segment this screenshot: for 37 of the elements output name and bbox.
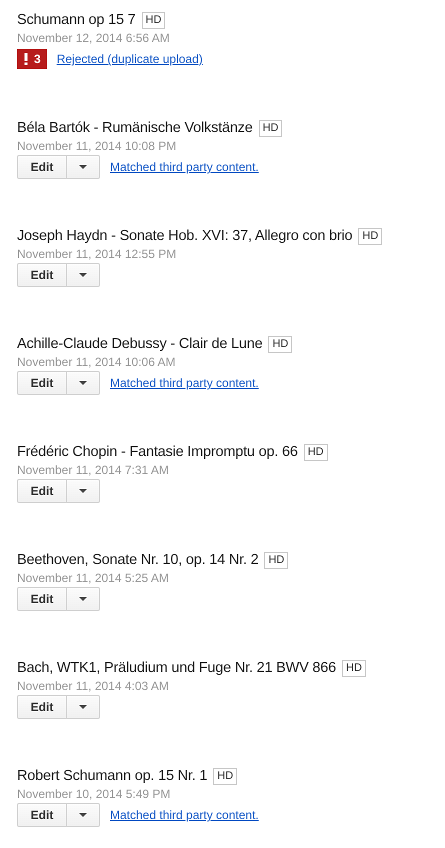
hd-badge: HD	[268, 336, 292, 352]
video-title: Bach, WTK1, Präludium und Fuge Nr. 21 BWV 866	[17, 660, 336, 676]
caret-icon	[79, 273, 87, 277]
hd-badge: HD	[213, 768, 238, 784]
upload-date: November 10, 2014 5:49 PM	[17, 786, 172, 803]
caret-icon	[79, 813, 87, 817]
upload-date: November 11, 2014 12:55 PM	[17, 246, 178, 263]
upload-date: November 11, 2014 5:25 AM	[17, 570, 170, 587]
video-title: Robert Schumann op. 15 Nr. 1	[17, 768, 208, 784]
video-title: Béla Bartók - Rumänische Volkstänze	[17, 120, 253, 136]
video-title: Beethoven, Sonate Nr. 10, op. 14 Nr. 2	[17, 552, 258, 568]
hd-badge: HD	[342, 660, 366, 676]
hd-badge: HD	[358, 228, 382, 244]
video-title: Frédéric Chopin - Fantasie Impromptu op. 66	[17, 444, 298, 460]
exclamation-icon	[24, 53, 28, 65]
alert-count: 3	[34, 52, 41, 66]
upload-date: November 11, 2014 10:08 PM	[17, 138, 178, 155]
caret-icon	[79, 489, 87, 493]
hd-badge: HD	[142, 12, 166, 28]
video-title: Schumann op 15 7	[17, 12, 136, 28]
video-title: Achille-Claude Debussy - Clair de Lune	[17, 336, 262, 352]
upload-date: November 11, 2014 10:06 AM	[17, 354, 177, 371]
status-link[interactable]: Rejected (duplicate upload)	[56, 52, 203, 66]
status-link[interactable]: Matched third party content.	[110, 808, 259, 822]
upload-date: November 12, 2014 6:56 AM	[17, 30, 171, 47]
hd-badge: HD	[304, 444, 328, 460]
caret-icon	[79, 597, 87, 601]
video-title: Joseph Haydn - Sonate Hob. XVI: 37, Allegro con brio	[17, 228, 352, 244]
caret-icon	[79, 381, 87, 385]
caret-icon	[79, 165, 87, 169]
caret-icon	[79, 705, 87, 709]
upload-date: November 11, 2014 4:03 AM	[17, 678, 170, 695]
hd-badge: HD	[264, 552, 288, 568]
hd-badge: HD	[258, 120, 282, 136]
upload-date: November 11, 2014 7:31 AM	[17, 462, 170, 479]
status-link[interactable]: Matched third party content.	[110, 376, 259, 390]
status-link[interactable]: Matched third party content.	[110, 160, 259, 174]
